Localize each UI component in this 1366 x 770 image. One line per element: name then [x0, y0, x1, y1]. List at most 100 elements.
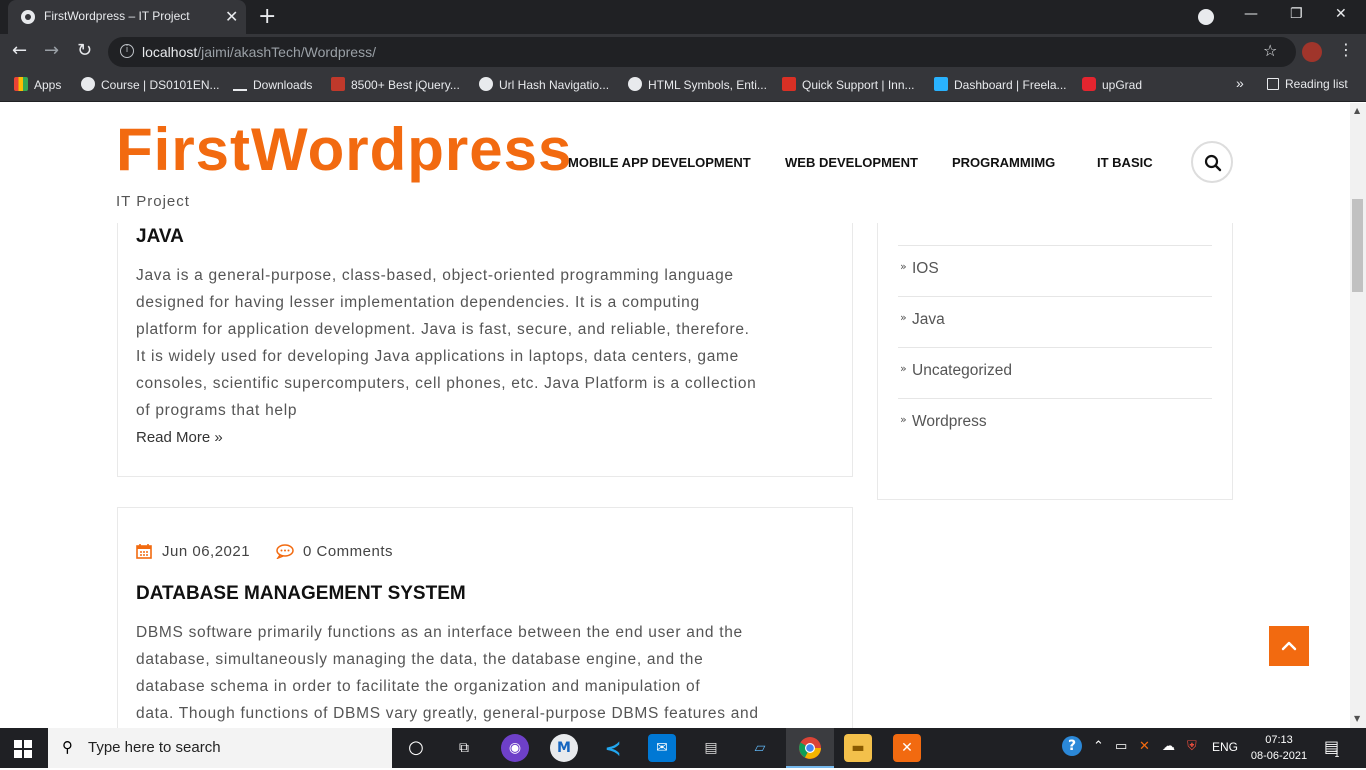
address-bar[interactable]: i localhost/jaimi/akashTech/Wordpress/ ☆ — [108, 37, 1296, 67]
bookmark-downloads[interactable]: Downloads — [233, 77, 312, 92]
globe-icon — [21, 10, 35, 24]
tab-title: FirstWordpress – IT Project — [44, 9, 190, 23]
search-button[interactable] — [1191, 141, 1233, 183]
globe-icon — [628, 77, 642, 91]
scroll-to-top-button[interactable] — [1269, 626, 1309, 666]
profile-avatar[interactable] — [1302, 42, 1322, 62]
chrome-icon — [799, 737, 821, 759]
bookmark-course[interactable]: Course | DS0101EN... — [81, 77, 220, 92]
post-title[interactable]: DATABASE MANAGEMENT SYSTEM — [136, 583, 466, 605]
forward-button[interactable]: → — [44, 40, 59, 61]
mail-icon[interactable]: ✉ — [648, 734, 676, 762]
post-excerpt: DBMS software primarily functions as an … — [136, 624, 759, 722]
browser-menu-icon[interactable]: ⋮ — [1338, 40, 1354, 59]
taskbar-search[interactable]: ⚲ Type here to search — [48, 728, 392, 768]
app-m-icon[interactable]: M — [550, 734, 578, 762]
chevron-right-icon: » — [900, 260, 907, 273]
network-icon[interactable]: ⛨ — [1187, 739, 1197, 754]
chevron-right-icon: » — [900, 413, 907, 426]
close-window-button[interactable]: ✕ — [1335, 6, 1347, 22]
apps-grid-icon — [14, 77, 28, 91]
search-icon: ⚲ — [62, 738, 73, 756]
jr-logo-icon — [331, 77, 345, 91]
windows-start-icon[interactable] — [14, 740, 32, 758]
bookmark-html-symbols[interactable]: HTML Symbols, Enti... — [628, 77, 767, 92]
category-wordpress[interactable]: » Wordpress — [898, 399, 1212, 450]
xampp-tray-icon[interactable]: ✕ — [1139, 739, 1150, 754]
task-view-icon[interactable]: ⧉ — [450, 734, 478, 762]
bookmark-upgrad[interactable]: upGrad — [1082, 77, 1142, 92]
category-java[interactable]: » Java — [898, 297, 1212, 348]
more-bookmarks-icon[interactable]: » — [1236, 75, 1244, 91]
clock-time: 07:13 — [1265, 734, 1293, 746]
new-tab-button[interactable]: + — [258, 4, 276, 29]
support-icon — [782, 77, 796, 91]
freelancer-icon — [934, 77, 948, 91]
read-more-link[interactable]: Read More » — [136, 429, 223, 446]
scrollbar-thumb[interactable] — [1352, 199, 1363, 292]
nav-programming[interactable]: PROGRAMMIMG — [952, 155, 1055, 170]
post-comments[interactable]: 0 Comments — [303, 543, 393, 560]
bookmark-star-icon[interactable]: ☆ — [1263, 41, 1277, 60]
help-icon[interactable]: ? — [1062, 736, 1082, 756]
minimize-button[interactable]: — — [1244, 6, 1258, 22]
file-explorer-icon[interactable]: ▬ — [844, 734, 872, 762]
language-indicator[interactable]: ENG — [1212, 740, 1238, 754]
scroll-down-arrow-icon[interactable]: ▼ — [1354, 714, 1360, 723]
post-date[interactable]: Jun 06,2021 — [162, 543, 250, 560]
bookmark-apps[interactable]: Apps — [14, 77, 61, 92]
bookmarks-bar: Apps Course | DS0101EN... Downloads 8500… — [0, 70, 1366, 102]
store-icon[interactable]: ▤ — [697, 734, 725, 762]
bookmark-url-hash[interactable]: Url Hash Navigatio... — [479, 77, 609, 92]
comments-icon — [276, 544, 294, 559]
back-button[interactable]: ← — [12, 40, 27, 61]
web-page: FirstWordpress IT Project MOBILE APP DEV… — [0, 103, 1366, 728]
chevron-up-icon — [1281, 641, 1297, 651]
browser-tab[interactable]: FirstWordpress – IT Project ✕ — [8, 0, 246, 34]
github-desktop-icon[interactable]: ◉ — [501, 734, 529, 762]
app-laptop-icon[interactable]: ▱ — [746, 734, 774, 762]
restore-button[interactable]: ❐ — [1290, 6, 1303, 22]
scroll-up-arrow-icon[interactable]: ▲ — [1354, 106, 1360, 115]
bookmark-jquery[interactable]: 8500+ Best jQuery... — [331, 77, 460, 92]
category-ios[interactable]: » IOS — [898, 246, 1212, 297]
tab-close-icon[interactable]: ✕ — [225, 7, 238, 26]
reload-button[interactable]: ↻ — [77, 40, 92, 61]
clock[interactable]: 07:13 08-06-2021 — [1250, 732, 1308, 764]
xampp-icon[interactable]: ✕ — [893, 734, 921, 762]
cortana-icon[interactable]: ○ — [402, 734, 430, 762]
browser-toolbar: ← → ↻ i localhost/jaimi/akashTech/Wordpr… — [0, 34, 1366, 70]
notification-count: 1 — [1334, 750, 1340, 760]
taskbar-search-placeholder: Type here to search — [88, 739, 221, 756]
globe-icon — [81, 77, 95, 91]
calendar-icon — [136, 544, 152, 559]
nav-mobile-app-development[interactable]: MOBILE APP DEVELOPMENT — [568, 155, 751, 170]
chevron-up-icon[interactable]: ⌃ — [1093, 739, 1104, 754]
page-scrollbar[interactable] — [1350, 103, 1366, 728]
post-title[interactable]: JAVA — [136, 226, 184, 248]
chevron-right-icon: » — [900, 311, 907, 324]
reading-list-icon — [1267, 78, 1279, 90]
vscode-icon[interactable]: ≺ — [599, 734, 627, 762]
reading-list-button[interactable]: Reading list — [1267, 77, 1348, 91]
bookmark-freelancer[interactable]: Dashboard | Freela... — [934, 77, 1067, 92]
globe-icon — [479, 77, 493, 91]
taskbar: ⚲ Type here to search ○ ⧉ ◉ M ≺ ✉ ▤ ▱ ▬ … — [0, 728, 1366, 768]
category-uncategorized[interactable]: » Uncategorized — [898, 348, 1212, 399]
chrome-taskbar-button[interactable] — [786, 728, 834, 768]
chevron-right-icon: » — [900, 362, 907, 375]
clock-date: 08-06-2021 — [1250, 750, 1308, 762]
bookmark-quick-support[interactable]: Quick Support | Inn... — [782, 77, 915, 92]
browser-tab-strip: FirstWordpress – IT Project ✕ + — ❐ ✕ — [0, 0, 1366, 34]
battery-icon[interactable]: ▭ — [1115, 739, 1127, 754]
site-info-icon[interactable]: i — [120, 44, 134, 58]
nav-web-development[interactable]: WEB DEVELOPMENT — [785, 155, 918, 170]
url-text: localhost/jaimi/akashTech/Wordpress/ — [142, 44, 376, 60]
search-icon — [1204, 154, 1222, 172]
site-title[interactable]: FirstWordpress — [116, 115, 572, 184]
download-icon — [233, 77, 247, 91]
tab-search-icon[interactable] — [1198, 9, 1214, 25]
onedrive-icon[interactable]: ☁ — [1162, 739, 1175, 754]
nav-it-basic[interactable]: IT BASIC — [1097, 155, 1153, 170]
upgrad-icon — [1082, 77, 1096, 91]
